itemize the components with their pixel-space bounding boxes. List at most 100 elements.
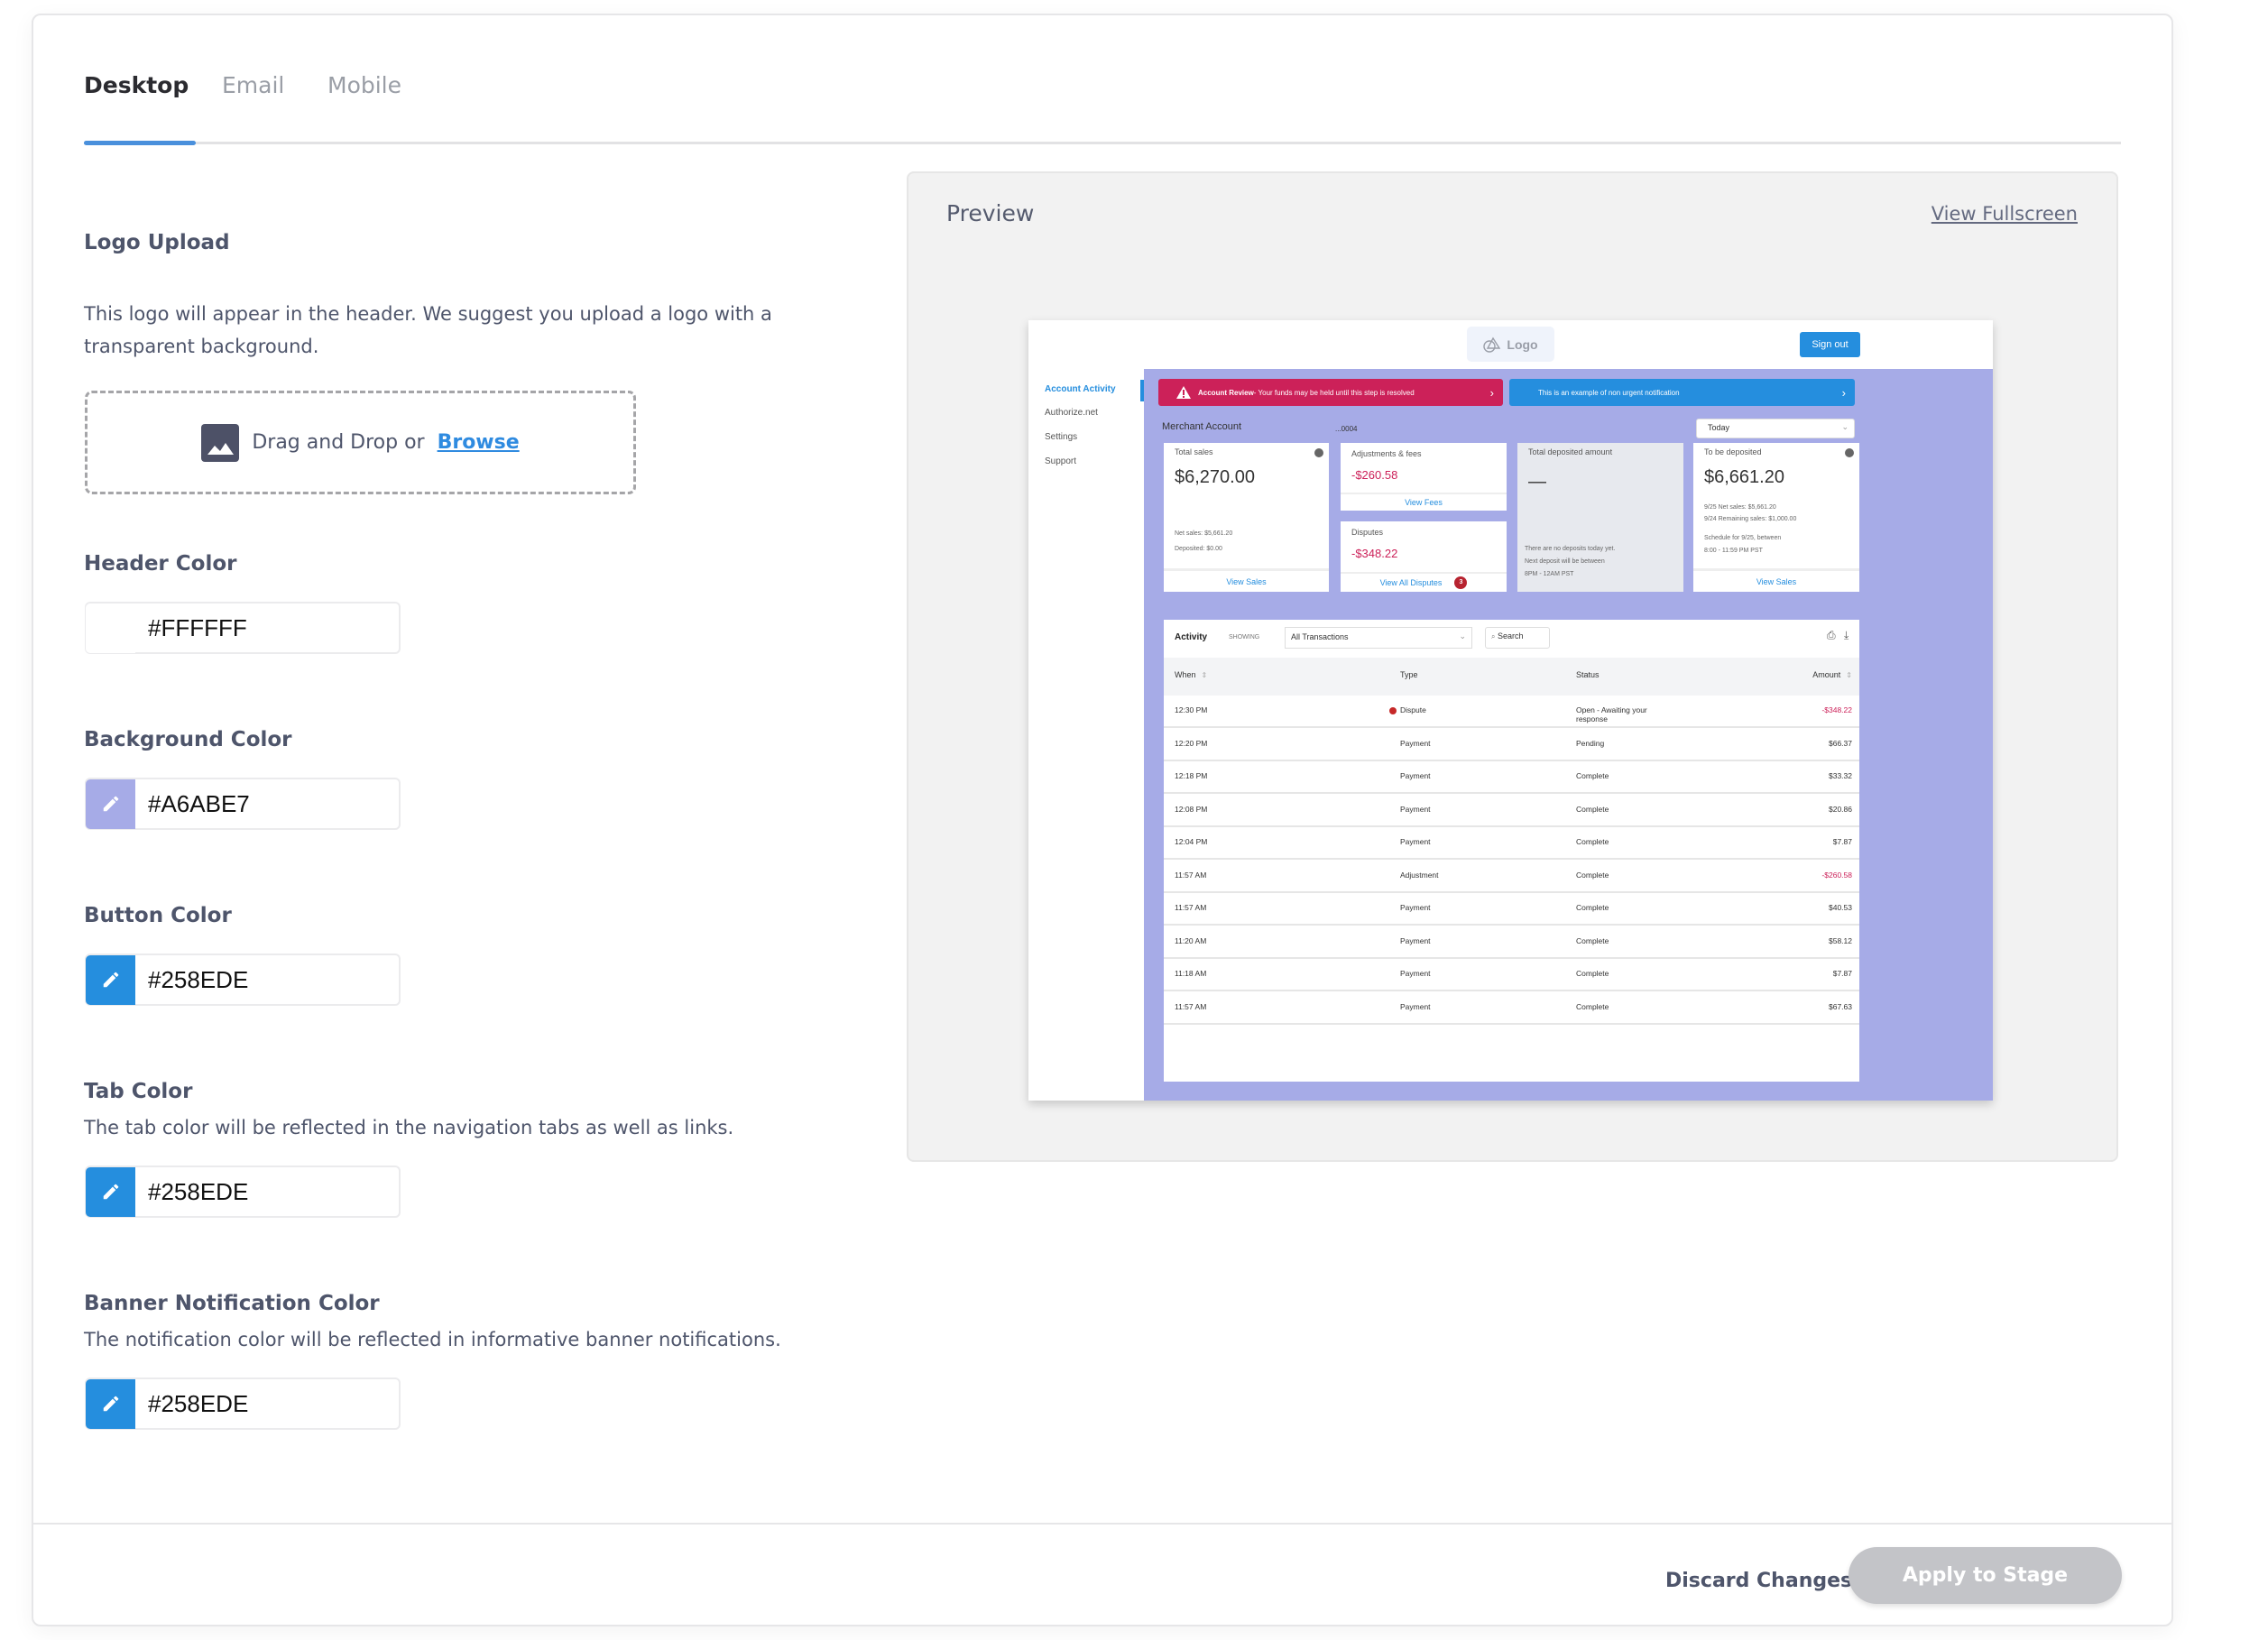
table-row[interactable]: 12:18 PM Payment Complete $33.32 <box>1164 761 1859 794</box>
row-when: 12:20 PM <box>1175 738 1208 748</box>
pencil-icon <box>103 1396 118 1412</box>
sort-icon[interactable]: ⇕ <box>1202 671 1208 679</box>
view-disputes-text: View All Disputes <box>1379 578 1443 587</box>
table-row[interactable]: 12:04 PM Payment Complete $7.87 <box>1164 827 1859 860</box>
print-icon[interactable]: ⎙ <box>1827 629 1836 642</box>
table-row[interactable]: 12:20 PM Payment Pending $66.37 <box>1164 729 1859 761</box>
row-status: Open - Awaiting your response <box>1576 705 1647 723</box>
col-when[interactable]: When ⇕ <box>1175 670 1207 679</box>
table-row[interactable]: 11:57 AM Adjustment Complete -$260.58 <box>1164 861 1859 893</box>
row-amount: $20.86 <box>1829 804 1852 814</box>
logo-upload-help: This logo will appear in the header. We … <box>84 303 772 357</box>
logo-dropzone[interactable]: Drag and Drop or Browse <box>85 391 636 494</box>
banner-color-help: The notification color will be reflected… <box>84 1329 781 1350</box>
tab-email[interactable]: Email <box>222 72 284 98</box>
tab-color-value[interactable]: #258EDE <box>148 1178 248 1206</box>
background-color-label: Background Color <box>84 728 292 751</box>
apply-to-stage-button[interactable]: Apply to Stage <box>1849 1547 2122 1604</box>
row-amount: $58.12 <box>1829 935 1852 945</box>
transaction-filter-select[interactable]: All Transactions ⌄ <box>1285 627 1472 649</box>
row-amount: -$260.58 <box>1821 870 1852 880</box>
row-type: Payment <box>1400 738 1431 748</box>
adjustments-value: -$260.58 <box>1351 468 1398 482</box>
banner-color-value[interactable]: #258EDE <box>148 1390 248 1418</box>
header-color-swatch[interactable] <box>86 603 135 653</box>
tab-color-field[interactable]: #258EDE <box>85 1166 401 1218</box>
tab-color-swatch[interactable] <box>86 1166 135 1217</box>
background-color-swatch[interactable] <box>86 779 135 829</box>
tab-desktop[interactable]: Desktop <box>84 72 189 98</box>
net-sales-text: Net sales: $5,661.20 <box>1175 530 1233 537</box>
browse-link[interactable]: Browse <box>438 431 520 454</box>
button-color-swatch[interactable] <box>86 954 135 1005</box>
table-row[interactable]: 12:30 PM Dispute Open - Awaiting your resp… <box>1164 696 1859 728</box>
view-fullscreen-link[interactable]: View Fullscreen <box>1931 203 2078 225</box>
to-be-deposited-card: To be deposited $6,661.20 9/25 Net sales… <box>1693 443 1859 592</box>
deposit-line-3: Schedule for 9/25, between <box>1704 535 1782 541</box>
row-status: Complete <box>1576 969 1609 978</box>
table-header: When ⇕ Type Status Amount ⇕ <box>1164 658 1859 696</box>
table-row[interactable]: 11:20 AM Payment Complete $58.12 <box>1164 926 1859 959</box>
showing-label: SHOWING <box>1229 634 1260 640</box>
banner-color-field[interactable]: #258EDE <box>85 1377 401 1430</box>
mock-logo-text: Logo <box>1507 336 1538 352</box>
row-when: 11:57 AM <box>1175 870 1207 880</box>
disputes-label: Disputes <box>1351 528 1384 537</box>
mock-header: Logo Sign out <box>1028 320 1993 369</box>
mock-sign-out-button[interactable]: Sign out <box>1800 332 1860 357</box>
row-amount: $40.53 <box>1829 903 1852 912</box>
row-when: 12:30 PM <box>1175 705 1208 714</box>
active-tab-indicator <box>84 141 196 145</box>
deposit-line-2: 9/24 Remaining sales: $1,000.00 <box>1704 516 1797 522</box>
sort-icon[interactable]: ⇕ <box>1846 671 1852 679</box>
button-color-value[interactable]: #258EDE <box>148 966 248 994</box>
table-row[interactable]: 11:18 AM Payment Complete $7.87 <box>1164 959 1859 991</box>
discard-changes-button[interactable]: Discard Changes <box>1665 1570 1852 1592</box>
mock-nav-settings[interactable]: Settings <box>1045 432 1077 442</box>
chevron-right-icon: › <box>1489 385 1494 400</box>
urgent-banner[interactable]: Account Review - Your funds may be held … <box>1158 379 1503 406</box>
mock-nav-authorize[interactable]: Authorize.net <box>1045 408 1098 418</box>
date-filter-select[interactable]: Today ⌄ <box>1696 419 1855 438</box>
search-input[interactable]: ⌕ Search <box>1485 627 1550 649</box>
tab-mobile[interactable]: Mobile <box>327 72 401 98</box>
chevron-down-icon: ⌄ <box>1841 422 1849 431</box>
preview-title: Preview <box>946 200 1035 226</box>
background-color-value[interactable]: #A6ABE7 <box>148 790 250 818</box>
row-amount: $7.87 <box>1832 969 1852 978</box>
row-type: Payment <box>1400 969 1431 978</box>
mock-nav-account-activity[interactable]: Account Activity <box>1045 384 1116 394</box>
header-color-field[interactable]: #FFFFFF <box>85 602 401 654</box>
row-type: Payment <box>1400 804 1431 814</box>
table-row[interactable]: 12:08 PM Payment Complete $20.86 <box>1164 795 1859 827</box>
table-row[interactable]: 11:57 AM Payment Complete $40.53 <box>1164 893 1859 926</box>
row-status: Complete <box>1576 771 1609 780</box>
mock-content: Account Review - Your funds may be held … <box>1144 369 1993 1101</box>
background-color-field[interactable]: #A6ABE7 <box>85 778 401 830</box>
table-row[interactable]: 11:57 AM Payment Complete $67.63 <box>1164 992 1859 1025</box>
disputes-count-badge: 3 <box>1454 576 1468 589</box>
view-fees-link[interactable]: View Fees <box>1341 493 1507 511</box>
info-banner-text: This is an example of non urgent notific… <box>1538 388 1680 397</box>
header-color-value[interactable]: #FFFFFF <box>148 614 247 642</box>
view-sales-link[interactable]: View Sales <box>1164 568 1329 592</box>
button-color-field[interactable]: #258EDE <box>85 954 401 1006</box>
total-sales-card: Total sales $6,270.00 Net sales: $5,661.… <box>1164 443 1329 592</box>
disputes-card: Disputes -$348.22 View All Disputes 3 <box>1341 521 1507 592</box>
row-type-cell: Payment <box>1400 771 1431 780</box>
view-sales-link-2[interactable]: View Sales <box>1693 568 1859 592</box>
pencil-icon <box>103 972 118 988</box>
mock-nav-support[interactable]: Support <box>1045 456 1076 466</box>
banner-color-swatch[interactable] <box>86 1378 135 1429</box>
to-be-deposited-label: To be deposited <box>1704 447 1762 456</box>
info-icon[interactable] <box>1845 448 1854 457</box>
row-status: Complete <box>1576 935 1609 945</box>
search-icon: ⌕ <box>1491 632 1496 640</box>
info-banner[interactable]: This is an example of non urgent notific… <box>1509 379 1855 406</box>
disputes-value: -$348.22 <box>1351 547 1398 560</box>
view-disputes-link[interactable]: View All Disputes 3 <box>1341 572 1507 592</box>
info-icon[interactable] <box>1314 448 1323 457</box>
row-type: Payment <box>1400 837 1431 846</box>
download-icon[interactable]: ⤓ <box>1844 629 1849 642</box>
col-amount[interactable]: Amount ⇕ <box>1812 670 1852 679</box>
